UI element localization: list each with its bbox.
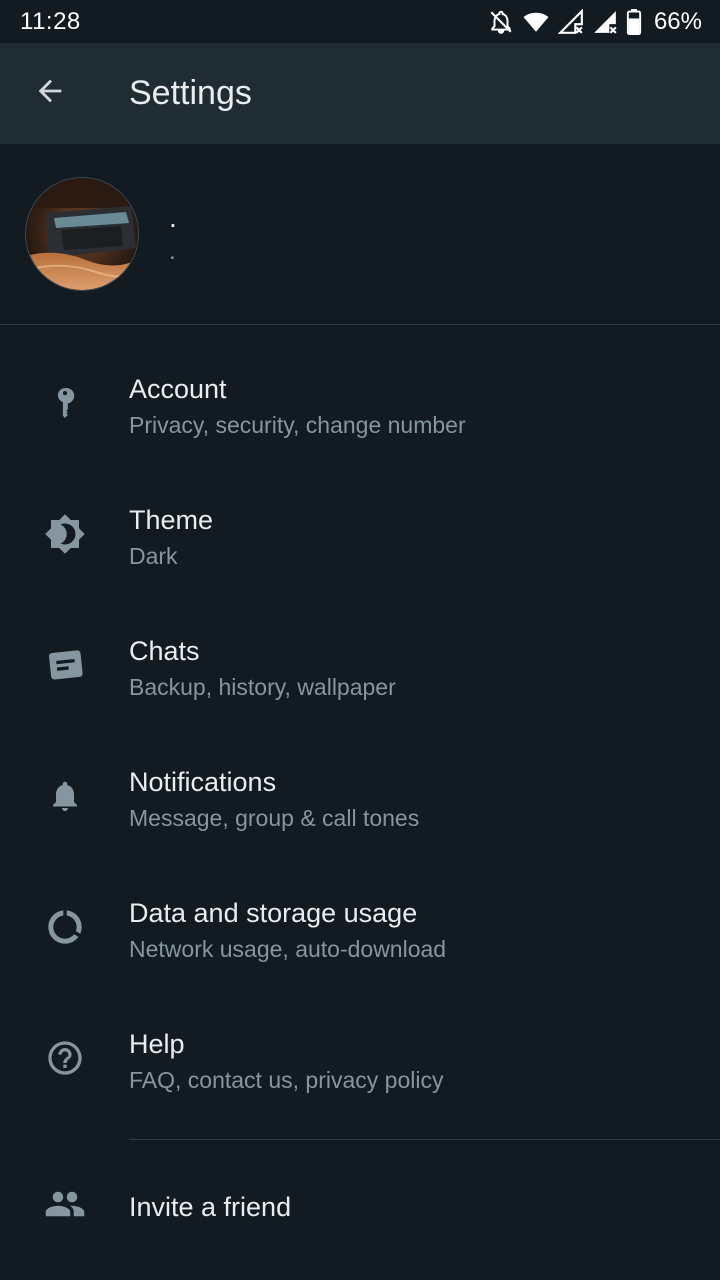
settings-item-icon-slot <box>0 602 129 733</box>
settings-item-texts: Notifications Message, group & call tone… <box>129 764 419 834</box>
battery-percent: 66% <box>653 7 702 35</box>
settings-item-theme[interactable]: Theme Dark <box>0 471 720 602</box>
profile-row[interactable]: . . <box>0 144 720 325</box>
settings-item-subtitle: Backup, history, wallpaper <box>129 673 396 700</box>
help-icon <box>45 1038 85 1083</box>
settings-item-icon-slot <box>0 864 129 995</box>
settings-item-subtitle: Dark <box>129 542 178 569</box>
people-icon <box>44 1183 86 1230</box>
settings-item-subtitle: Privacy, security, change number <box>129 411 466 438</box>
settings-item-icon-slot <box>0 471 129 602</box>
settings-item-chats[interactable]: Chats Backup, history, wallpaper <box>0 602 720 733</box>
settings-item-texts: Data and storage usage Network usage, au… <box>129 895 446 965</box>
arrow-left-icon <box>33 74 67 113</box>
settings-item-title: Account <box>129 373 227 404</box>
profile-name: . <box>169 202 177 233</box>
settings-item-subtitle: Message, group & call tones <box>129 804 420 831</box>
profile-about: . <box>169 238 176 265</box>
brightness-icon <box>44 513 86 560</box>
bell-icon <box>47 778 83 819</box>
signal-x-icon <box>592 9 618 35</box>
profile-texts: . . <box>169 200 177 268</box>
settings-item-notifications[interactable]: Notifications Message, group & call tone… <box>0 733 720 864</box>
settings-item-title: Invite a friend <box>129 1191 292 1222</box>
settings-item-texts: Help FAQ, contact us, privacy policy <box>129 1026 443 1096</box>
status-time: 11:28 <box>20 7 81 35</box>
settings-item-title: Help <box>129 1028 185 1059</box>
settings-item-invite[interactable]: Invite a friend <box>0 1141 720 1272</box>
chat-icon <box>45 645 85 690</box>
settings-item-icon-slot <box>0 340 129 471</box>
data-usage-icon <box>45 907 85 952</box>
settings-item-title: Data and storage usage <box>129 897 418 928</box>
settings-item-subtitle: FAQ, contact us, privacy policy <box>129 1066 444 1093</box>
settings-item-title: Chats <box>129 635 200 666</box>
bell-off-icon <box>488 9 514 35</box>
settings-item-data-storage[interactable]: Data and storage usage Network usage, au… <box>0 864 720 995</box>
status-icons: 66% <box>488 8 702 36</box>
section-divider <box>129 1139 720 1140</box>
settings-item-icon-slot <box>0 995 129 1126</box>
avatar[interactable] <box>25 177 139 291</box>
settings-item-texts: Theme Dark <box>129 502 213 572</box>
settings-item-texts: Chats Backup, history, wallpaper <box>129 633 396 703</box>
app-bar: Settings <box>0 43 720 144</box>
settings-item-account[interactable]: Account Privacy, security, change number <box>0 340 720 471</box>
key-icon <box>48 386 82 425</box>
settings-item-title: Theme <box>129 504 214 535</box>
settings-item-icon-slot <box>0 1141 129 1272</box>
settings-item-subtitle: Network usage, auto-download <box>129 935 447 962</box>
settings-item-texts: Invite a friend <box>129 1189 291 1225</box>
back-button[interactable] <box>0 43 100 144</box>
wifi-icon <box>522 9 550 35</box>
settings-item-help[interactable]: Help FAQ, contact us, privacy policy <box>0 995 720 1126</box>
signal-x-icon <box>557 8 584 35</box>
settings-item-icon-slot <box>0 733 129 864</box>
page-title: Settings <box>129 74 252 112</box>
battery-icon <box>626 8 642 35</box>
status-bar: 11:28 66% <box>0 0 720 43</box>
settings-item-texts: Account Privacy, security, change number <box>129 371 466 441</box>
settings-item-title: Notifications <box>129 766 277 797</box>
